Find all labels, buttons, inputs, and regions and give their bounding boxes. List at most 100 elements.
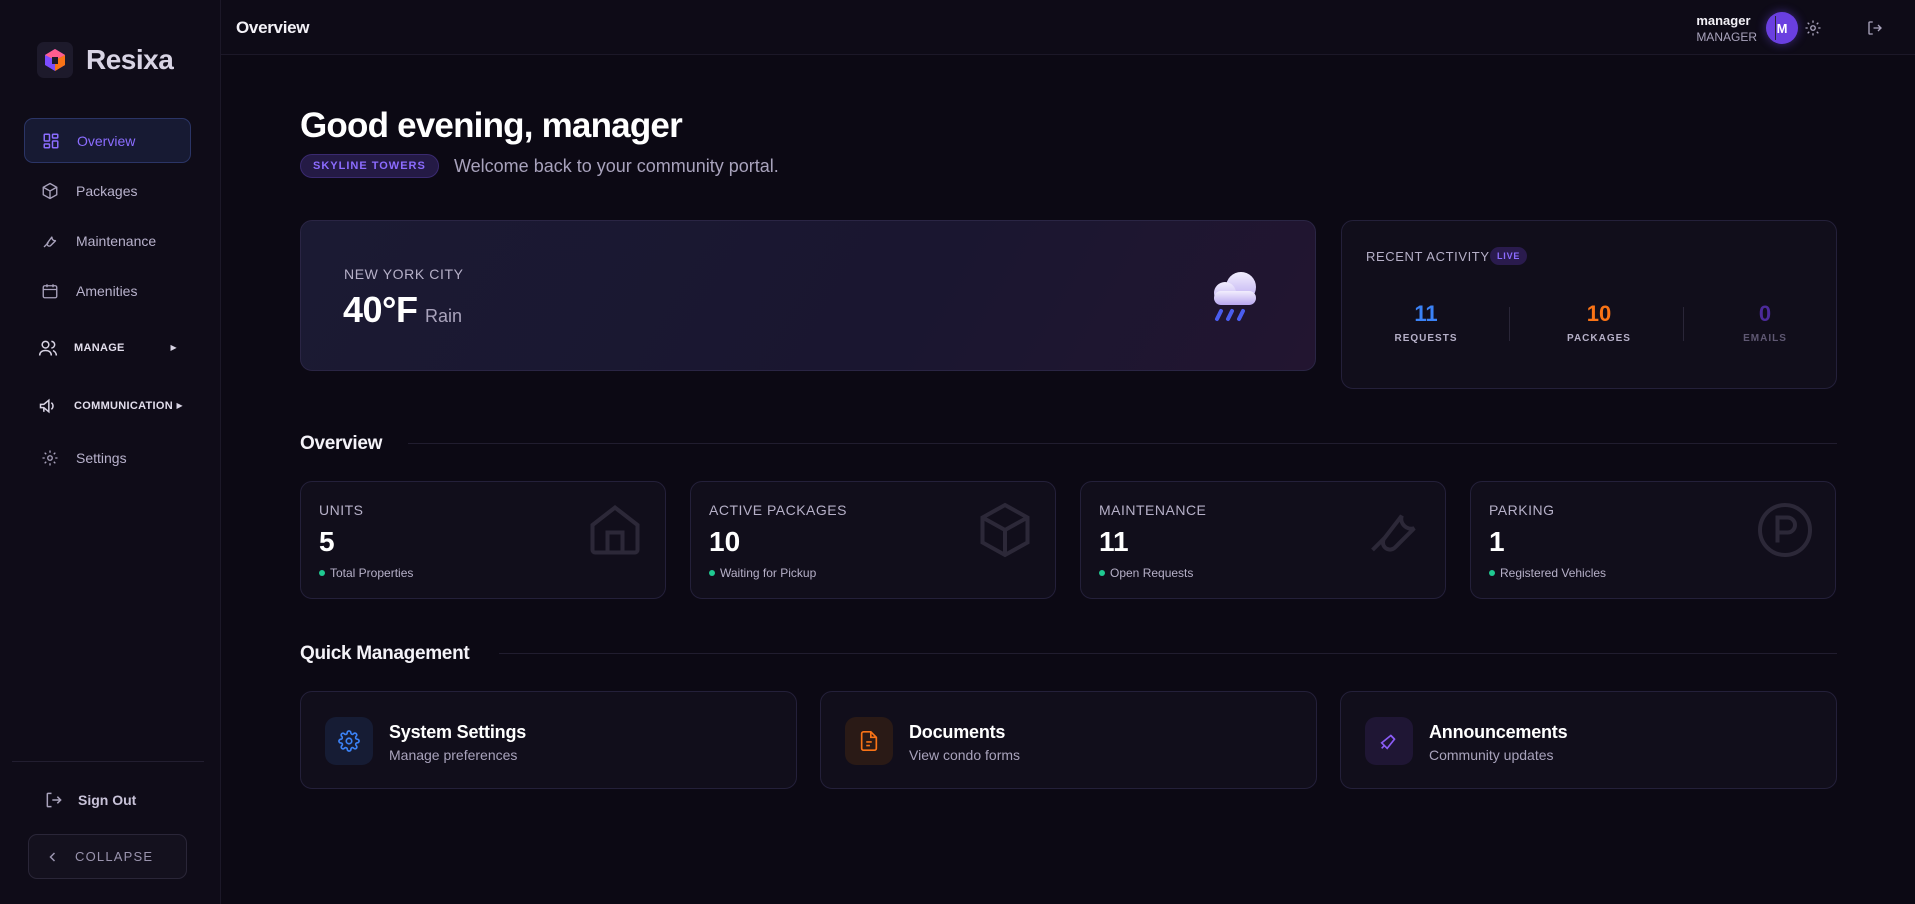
sidebar-group-label: MANAGE xyxy=(74,341,125,354)
sign-out-label: Sign Out xyxy=(78,792,137,808)
sidebar-item-label: Amenities xyxy=(76,282,138,299)
wrench-icon xyxy=(40,231,60,251)
units-card[interactable]: UNITS 5 Total Properties xyxy=(300,481,666,599)
logout-icon xyxy=(44,790,64,810)
section-divider xyxy=(408,443,1837,444)
sidebar-item-settings[interactable]: Settings xyxy=(24,435,191,480)
quick-card-subtitle: Community updates xyxy=(1429,747,1554,763)
quick-card-subtitle: View condo forms xyxy=(909,747,1021,763)
wrench-icon xyxy=(1365,500,1425,565)
card-label: UNITS xyxy=(319,502,364,518)
card-subtitle: Total Properties xyxy=(319,566,413,580)
stat-value: 11 xyxy=(1414,301,1438,326)
sidebar-item-amenities[interactable]: Amenities xyxy=(24,268,191,313)
header-divider xyxy=(1775,16,1776,40)
sidebar-item-label: Packages xyxy=(76,182,138,199)
card-label: ACTIVE PACKAGES xyxy=(709,502,847,518)
gear-icon xyxy=(325,717,373,765)
status-dot xyxy=(709,570,715,576)
card-value: 1 xyxy=(1489,526,1505,557)
stat-value: 0 xyxy=(1758,301,1772,326)
logout-button[interactable] xyxy=(1865,18,1885,38)
card-value: 11 xyxy=(1099,526,1129,557)
weather-card: NEW YORK CITY 40°F Rain xyxy=(300,220,1316,371)
sidebar-item-maintenance[interactable]: Maintenance xyxy=(24,218,191,263)
documents-card[interactable]: Documents View condo forms xyxy=(820,691,1317,789)
megaphone-icon xyxy=(38,396,58,416)
expand-arrow-icon: ▶ xyxy=(176,401,183,410)
welcome-text: Welcome back to your community portal. xyxy=(454,156,779,176)
quick-management-title: Quick Management xyxy=(300,643,470,664)
users-icon xyxy=(38,338,58,358)
sidebar-item-overview[interactable]: Overview xyxy=(24,118,191,163)
collapse-button[interactable]: COLLAPSE xyxy=(28,834,187,879)
user-name: manager xyxy=(1696,13,1751,28)
activity-stat-packages[interactable]: 10 PACKAGES xyxy=(1539,301,1659,344)
home-icon xyxy=(585,500,645,565)
page-title: Overview xyxy=(236,18,310,37)
weather-condition: Rain xyxy=(425,306,463,326)
user-info[interactable]: manager MANAGER xyxy=(1696,13,1757,44)
system-settings-card[interactable]: System Settings Manage preferences xyxy=(300,691,797,789)
stat-label: EMAILS xyxy=(1743,333,1787,344)
top-header: Overview manager MANAGER M xyxy=(221,0,1915,55)
weather-city: NEW YORK CITY xyxy=(344,266,464,282)
live-badge: LIVE xyxy=(1490,247,1528,265)
sidebar: Resixa Overview Packages Maintenance Ame… xyxy=(0,0,221,904)
card-subtitle: Registered Vehicles xyxy=(1489,566,1606,580)
building-badge: SKYLINE TOWERS xyxy=(300,154,439,178)
expand-arrow-icon: ▶ xyxy=(170,343,177,352)
card-subtitle-text: Registered Vehicles xyxy=(1500,566,1607,580)
user-role: MANAGER xyxy=(1696,30,1757,44)
sidebar-item-label: Maintenance xyxy=(76,232,157,249)
brand-logo[interactable]: Resixa xyxy=(37,42,174,78)
logout-icon xyxy=(1868,21,1882,35)
settings-button[interactable] xyxy=(1803,18,1823,38)
active-packages-card[interactable]: ACTIVE PACKAGES 10 Waiting for Pickup xyxy=(690,481,1056,599)
stat-label: PACKAGES xyxy=(1567,333,1631,344)
collapse-label: COLLAPSE xyxy=(75,849,154,864)
megaphone-icon xyxy=(1365,717,1413,765)
overview-section-title: Overview xyxy=(300,433,383,454)
grid-icon xyxy=(41,131,61,151)
sidebar-divider xyxy=(12,761,204,762)
quick-card-title: Documents xyxy=(909,722,1006,742)
package-icon xyxy=(40,181,60,201)
status-dot xyxy=(1099,570,1105,576)
card-value: 10 xyxy=(709,526,741,557)
card-subtitle-text: Open Requests xyxy=(1110,566,1194,580)
chevron-left-icon xyxy=(47,851,59,863)
sidebar-item-packages[interactable]: Packages xyxy=(24,168,191,213)
gear-icon xyxy=(40,448,60,468)
sidebar-item-label: Overview xyxy=(77,132,136,149)
quick-card-title: Announcements xyxy=(1429,722,1568,742)
card-subtitle: Waiting for Pickup xyxy=(709,566,816,580)
status-dot xyxy=(1489,570,1495,576)
announcements-card[interactable]: Announcements Community updates xyxy=(1340,691,1837,789)
parking-icon xyxy=(1755,500,1815,565)
stat-label: REQUESTS xyxy=(1394,333,1458,344)
calendar-icon xyxy=(40,281,60,301)
sidebar-group-label: COMMUNICATION xyxy=(74,399,174,412)
activity-stat-emails[interactable]: 0 EMAILS xyxy=(1705,301,1825,344)
sidebar-group-manage[interactable]: MANAGE ▶ xyxy=(24,325,191,370)
card-subtitle-text: Total Properties xyxy=(330,566,414,580)
sidebar-item-label: Settings xyxy=(76,449,127,466)
avatar[interactable]: M xyxy=(1766,12,1798,44)
greeting-title: Good evening, manager xyxy=(300,106,683,145)
gear-icon xyxy=(1805,20,1821,36)
card-value: 5 xyxy=(319,526,335,557)
stat-divider xyxy=(1683,307,1684,341)
document-icon xyxy=(845,717,893,765)
card-label: MAINTENANCE xyxy=(1099,502,1207,518)
weather-temp: 40°F xyxy=(343,289,418,330)
sign-out-button[interactable]: Sign Out xyxy=(44,790,136,810)
parking-card[interactable]: PARKING 1 Registered Vehicles xyxy=(1470,481,1836,599)
maintenance-card[interactable]: MAINTENANCE 11 Open Requests xyxy=(1080,481,1446,599)
stat-value: 10 xyxy=(1586,301,1612,326)
activity-stat-requests[interactable]: 11 REQUESTS xyxy=(1366,301,1486,344)
card-subtitle: Open Requests xyxy=(1099,566,1193,580)
brand-name: Resixa xyxy=(86,44,174,75)
sidebar-group-communication[interactable]: COMMUNICATION ▶ xyxy=(24,383,191,428)
status-dot xyxy=(319,570,325,576)
